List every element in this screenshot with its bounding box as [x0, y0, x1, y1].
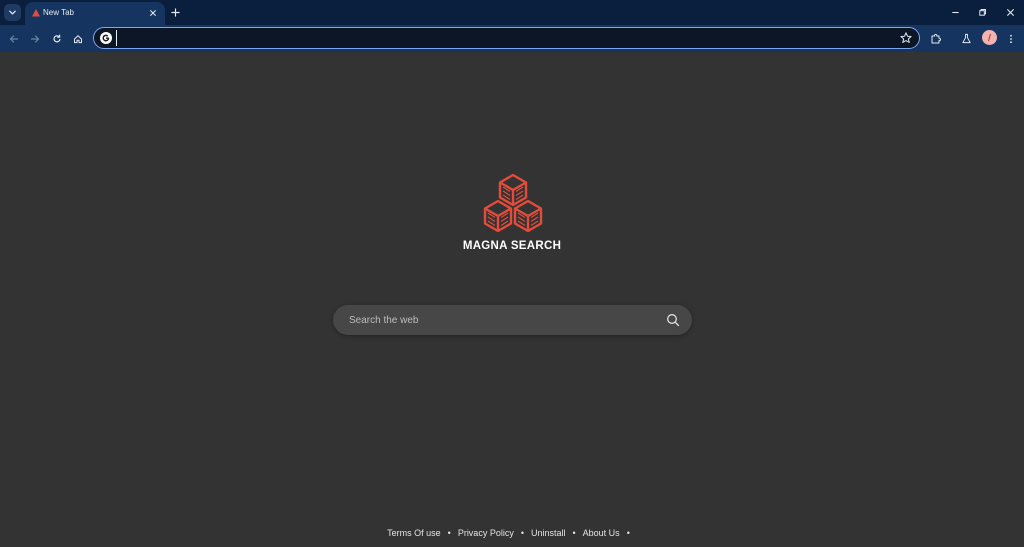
new-tab-page: MAGNA SEARCH Terms Of use • Privacy Policy…	[0, 52, 1024, 547]
close-icon	[1006, 8, 1014, 16]
magna-logo-icon	[483, 173, 543, 233]
minimize-icon	[951, 11, 959, 13]
footer-link-uninstall[interactable]: Uninstall	[531, 528, 566, 538]
close-icon	[150, 10, 156, 16]
forward-arrow-icon	[30, 34, 39, 43]
reload-button[interactable]	[48, 30, 65, 47]
puzzle-icon	[931, 33, 941, 43]
profile-avatar[interactable]	[982, 30, 997, 45]
magna-favicon-icon	[32, 9, 40, 17]
google-g-icon	[100, 32, 112, 44]
footer-separator: •	[520, 528, 524, 538]
back-arrow-icon	[9, 34, 18, 43]
tab-search-button[interactable]	[4, 4, 21, 21]
footer-links: Terms Of use • Privacy Policy • Uninstall • Ab…	[0, 528, 1024, 538]
footer-link-about[interactable]: About Us	[583, 528, 620, 538]
home-icon	[73, 34, 82, 43]
footer-separator: •	[626, 528, 630, 538]
footer-link-terms[interactable]: Terms Of use	[387, 528, 441, 538]
home-button[interactable]	[69, 30, 86, 47]
address-bar[interactable]	[93, 27, 920, 49]
footer-separator: •	[572, 528, 576, 538]
footer-separator: •	[447, 528, 451, 538]
plus-icon	[171, 8, 180, 17]
labs-button[interactable]	[958, 30, 975, 47]
tab-close-button[interactable]	[147, 7, 159, 19]
browser-toolbar	[0, 25, 1024, 52]
tab-strip: New Tab	[0, 0, 1024, 25]
address-input[interactable]	[116, 30, 886, 46]
search-icon[interactable]	[666, 313, 680, 327]
window-restore-button[interactable]	[974, 5, 990, 19]
kebab-menu-icon	[1009, 34, 1012, 43]
window-minimize-button[interactable]	[947, 5, 963, 19]
forward-button[interactable]	[26, 30, 43, 47]
star-icon[interactable]	[899, 31, 913, 45]
restore-icon	[978, 8, 986, 16]
back-button[interactable]	[5, 30, 22, 47]
chevron-down-icon	[9, 10, 16, 15]
new-tab-button[interactable]	[168, 5, 183, 20]
window-close-button[interactable]	[1002, 5, 1018, 19]
tab-new-tab[interactable]: New Tab	[25, 2, 165, 25]
flask-icon	[962, 33, 971, 44]
search-input[interactable]	[349, 311, 649, 329]
reload-icon	[52, 34, 61, 42]
extensions-button[interactable]	[927, 30, 944, 47]
search-box[interactable]	[333, 305, 692, 335]
avatar-icon	[988, 33, 991, 42]
browser-menu-button[interactable]	[1002, 30, 1019, 47]
browser-window: New Tab MAGNA SEARCH Search the web Term…	[0, 0, 1024, 547]
tab-title: New Tab	[43, 8, 74, 17]
brand-name: MAGNA SEARCH	[462, 240, 562, 252]
footer-link-privacy[interactable]: Privacy Policy	[458, 528, 514, 538]
